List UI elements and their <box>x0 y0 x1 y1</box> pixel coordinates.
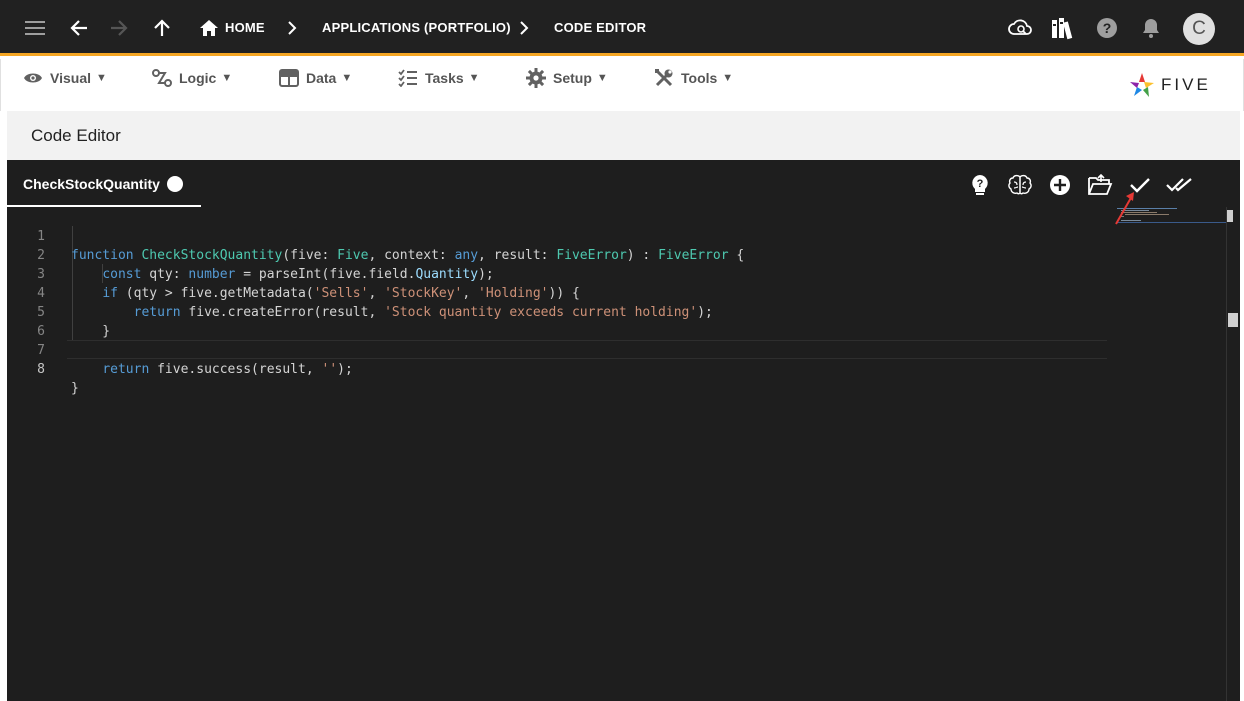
bell-icon[interactable] <box>1137 14 1165 42</box>
menu-setup[interactable]: Setup ▼ <box>526 64 608 92</box>
code-line: 2 const qty: number = parseInt(five.fiel… <box>7 227 1107 282</box>
caret-down-icon: ▼ <box>468 72 480 84</box>
code-editor-panel: CheckStockQuantity ? 1 function CheckSto… <box>7 160 1240 701</box>
menu-logic[interactable]: Logic ▼ <box>152 64 232 92</box>
forward-arrow-icon[interactable] <box>105 14 133 42</box>
breadcrumb-code-editor: CODE EDITOR <box>554 20 647 35</box>
menu-tools[interactable]: Tools ▼ <box>654 64 733 92</box>
double-check-icon[interactable] <box>1166 172 1194 198</box>
code-line: 6 <box>7 303 1107 339</box>
logic-flow-icon <box>152 69 172 87</box>
menu-visual-label: Visual <box>50 70 91 86</box>
caret-down-icon: ▼ <box>221 72 233 84</box>
add-circle-icon[interactable] <box>1046 172 1074 198</box>
code-line: 8 } <box>7 341 1107 396</box>
unsaved-dot-icon <box>167 176 183 192</box>
code-text: } <box>71 381 79 396</box>
open-folder-icon[interactable] <box>1086 172 1114 198</box>
main-menu-bar: Visual ▼ Logic ▼ Data ▼ Tasks ▼ Setup ▼ … <box>0 59 1244 111</box>
editor-tab-checkstockquantity[interactable]: CheckStockQuantity <box>7 160 201 207</box>
menu-visual[interactable]: Visual ▼ <box>23 64 107 92</box>
avatar[interactable]: C <box>1183 13 1215 45</box>
code-line: 5 } <box>7 284 1107 339</box>
caret-down-icon: ▼ <box>96 72 107 84</box>
caret-down-icon: ▼ <box>341 72 353 84</box>
home-icon[interactable] <box>195 14 223 42</box>
back-arrow-icon[interactable] <box>65 14 93 42</box>
code-line: 1 function CheckStockQuantity(five: Five… <box>7 208 1107 263</box>
breadcrumb-applications[interactable]: APPLICATIONS (PORTFOLIO) <box>322 20 511 35</box>
scrollbar-thumb[interactable] <box>1227 210 1233 222</box>
up-arrow-icon[interactable] <box>148 14 176 42</box>
menu-setup-label: Setup <box>553 70 592 86</box>
top-app-bar: HOME APPLICATIONS (PORTFOLIO) CODE EDITO… <box>0 0 1244 56</box>
help-bulb-icon[interactable]: ? <box>966 172 994 198</box>
brain-icon[interactable] <box>1006 172 1034 198</box>
five-logo: FIVE <box>1129 72 1211 98</box>
menu-data[interactable]: Data ▼ <box>279 64 352 92</box>
breadcrumb-home[interactable]: HOME <box>225 20 265 35</box>
cloud-search-icon[interactable] <box>1006 14 1034 42</box>
page-title: Code Editor <box>31 126 121 145</box>
vertical-scrollbar[interactable] <box>1226 207 1240 701</box>
five-logo-text: FIVE <box>1161 75 1211 94</box>
line-number: 8 <box>37 362 45 377</box>
caret-down-icon: ▼ <box>596 72 608 84</box>
menu-tasks-label: Tasks <box>425 70 464 86</box>
page-title-bar: Code Editor <box>7 111 1240 160</box>
chevron-right-icon <box>288 21 297 35</box>
menu-tools-label: Tools <box>681 70 718 86</box>
code-line: 7 return five.success(result, ''); <box>7 322 1107 377</box>
five-logo-mark-icon <box>1130 73 1154 97</box>
code-line: 3 if (qty > five.getMetadata('Sells', 'S… <box>7 246 1107 301</box>
code-area[interactable]: 1 function CheckStockQuantity(five: Five… <box>7 207 1227 701</box>
chevron-right-icon <box>520 21 529 35</box>
code-text: return five.success(result, ''); <box>102 362 353 377</box>
annotation-arrow-icon <box>1115 192 1134 225</box>
checklist-icon <box>398 69 417 87</box>
menu-tasks[interactable]: Tasks ▼ <box>398 64 480 92</box>
gear-icon <box>526 68 546 88</box>
svg-text:?: ? <box>977 178 984 190</box>
menu-icon[interactable] <box>21 14 49 42</box>
caret-down-icon: ▼ <box>722 72 734 84</box>
code-line: 4 return five.createError(result, 'Stock… <box>7 265 1107 320</box>
editor-tab-label: CheckStockQuantity <box>23 176 160 192</box>
library-icon[interactable] <box>1048 14 1076 42</box>
table-icon <box>279 69 299 87</box>
menu-data-label: Data <box>306 70 337 86</box>
help-icon[interactable]: ? <box>1093 14 1121 42</box>
eye-icon <box>24 73 42 83</box>
menu-logic-label: Logic <box>179 70 217 86</box>
svg-text:?: ? <box>1103 20 1112 36</box>
wrench-icon <box>655 69 673 87</box>
scrollbar-marker <box>1228 313 1238 327</box>
